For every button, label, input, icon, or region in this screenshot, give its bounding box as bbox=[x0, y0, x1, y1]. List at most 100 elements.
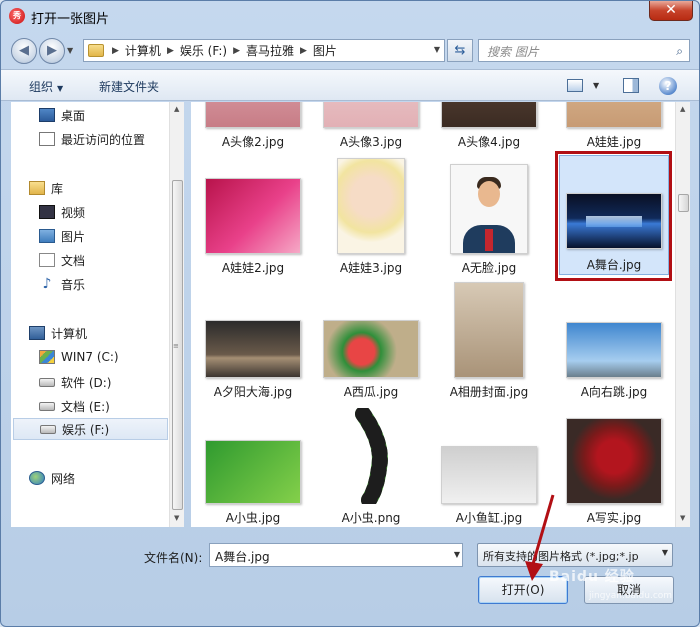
breadcrumb-drive-f[interactable]: 娱乐 (F:) bbox=[180, 42, 227, 59]
nav-item-label: 库 bbox=[51, 181, 64, 196]
file-tile[interactable]: A小鱼缸.jpg bbox=[434, 408, 544, 527]
file-name: A小虫.jpg bbox=[225, 511, 281, 525]
file-name: A娃娃3.jpg bbox=[339, 261, 403, 275]
filename-input[interactable]: A舞台.jpg bbox=[209, 543, 463, 567]
breadcrumb-computer[interactable]: 计算机 bbox=[125, 42, 161, 59]
back-button[interactable]: ◀ bbox=[11, 38, 37, 64]
file-tile[interactable]: A夕阳大海.jpg bbox=[198, 282, 308, 402]
nav-item-drive-d[interactable]: 软件 (D:) bbox=[39, 371, 170, 393]
chevron-right-icon[interactable]: ▶ bbox=[233, 46, 240, 56]
file-name: A西瓜.jpg bbox=[343, 385, 399, 399]
nav-item-label: 桌面 bbox=[61, 108, 86, 123]
computer-icon bbox=[29, 326, 45, 340]
toolbar: 组织 ▼ 新建文件夹 ▼ ? bbox=[1, 69, 699, 101]
folder-icon bbox=[88, 44, 104, 57]
file-name: A小鱼缸.jpg bbox=[455, 511, 523, 525]
file-name: A向右跳.jpg bbox=[580, 385, 648, 399]
doll-photo-thumbnail bbox=[566, 102, 662, 128]
file-tile[interactable]: A西瓜.jpg bbox=[316, 282, 426, 402]
chevron-right-icon[interactable]: ▶ bbox=[167, 46, 174, 56]
nav-item-drive-c[interactable]: WIN7 (C:) bbox=[39, 346, 170, 368]
help-icon[interactable]: ? bbox=[659, 77, 677, 95]
file-tile[interactable]: A头像4.jpg bbox=[434, 102, 544, 152]
app-logo-icon: 秀 bbox=[9, 8, 25, 24]
caterpillar-image-thumbnail bbox=[343, 406, 399, 508]
preview-pane-icon[interactable] bbox=[623, 78, 639, 93]
file-tile[interactable]: A向右跳.jpg bbox=[559, 282, 669, 402]
filename-label: 文件名(N): bbox=[144, 551, 203, 565]
search-icon[interactable]: ⌕ bbox=[676, 44, 683, 59]
file-tile[interactable]: A小虫.jpg bbox=[198, 408, 308, 527]
chevron-down-icon[interactable]: ▼ bbox=[434, 45, 440, 54]
drive-icon bbox=[40, 424, 56, 434]
nav-item-drive-e[interactable]: 文档 (E:) bbox=[39, 395, 170, 417]
album-cover-photo-thumbnail bbox=[454, 282, 524, 378]
nav-item-desktop[interactable]: 桌面 bbox=[39, 104, 170, 126]
library-icon bbox=[29, 181, 45, 195]
refresh-button[interactable]: ⇆ bbox=[447, 39, 473, 62]
nav-item-computer[interactable]: 计算机 bbox=[29, 322, 170, 344]
network-icon bbox=[29, 471, 45, 485]
file-tile[interactable]: A无脸.jpg bbox=[434, 158, 544, 278]
file-type-select[interactable]: 所有支持的图片格式 (*.jpg;*.jp ▼ bbox=[477, 543, 673, 567]
new-folder-button[interactable]: 新建文件夹 bbox=[99, 78, 159, 95]
breadcrumb-pictures[interactable]: 图片 bbox=[313, 42, 337, 59]
windows-drive-icon bbox=[39, 350, 55, 364]
video-icon bbox=[39, 205, 55, 219]
file-name: A小虫.png bbox=[341, 511, 401, 525]
chevron-down-icon[interactable]: ▼ bbox=[450, 543, 464, 567]
chevron-right-icon[interactable]: ▶ bbox=[300, 46, 307, 56]
change-view-icon[interactable] bbox=[567, 79, 583, 92]
chevron-down-icon: ▼ bbox=[661, 548, 668, 557]
pictures-icon bbox=[39, 229, 55, 243]
search-input[interactable]: 搜索 图片 ⌕ bbox=[478, 39, 690, 62]
chevron-right-icon[interactable]: ▶ bbox=[112, 46, 119, 56]
nav-item-network[interactable]: 网络 bbox=[29, 467, 170, 489]
nav-item-drive-f[interactable]: 娱乐 (F:) bbox=[13, 418, 168, 440]
file-tile[interactable]: A写实.jpg bbox=[559, 408, 669, 527]
scroll-up-icon[interactable]: ▲ bbox=[680, 105, 685, 113]
nav-item-library[interactable]: 库 bbox=[29, 177, 170, 199]
file-tile[interactable]: A娃娃3.jpg bbox=[316, 158, 426, 278]
portrait-photo-thumbnail bbox=[323, 102, 419, 128]
nav-item-videos[interactable]: 视频 bbox=[39, 201, 170, 223]
avatar-head bbox=[478, 181, 500, 207]
file-tile[interactable]: A头像2.jpg bbox=[198, 102, 308, 152]
grip-icon: ≡ bbox=[173, 342, 179, 350]
watermark-text: Baidu 经验 bbox=[549, 569, 635, 585]
file-tile[interactable]: A头像3.jpg bbox=[316, 102, 426, 152]
music-icon: ♪ bbox=[42, 276, 52, 292]
nav-item-recent[interactable]: 最近访问的位置 bbox=[39, 128, 170, 150]
barbie-doll-photo-thumbnail bbox=[205, 178, 301, 254]
portrait-photo-thumbnail bbox=[205, 102, 301, 128]
file-tile[interactable]: A娃娃2.jpg bbox=[198, 158, 308, 278]
scroll-down-icon[interactable]: ▼ bbox=[174, 514, 179, 522]
close-button[interactable]: ✕ bbox=[649, 1, 693, 21]
file-tile[interactable]: A小虫.png bbox=[316, 406, 426, 527]
navigation-scrollbar[interactable]: ▲ ≡ ▼ bbox=[169, 102, 184, 527]
file-list-scrollbar[interactable]: ▲ ▼ bbox=[675, 102, 690, 527]
file-tile[interactable]: A娃娃.jpg bbox=[559, 102, 669, 152]
file-name: A娃娃.jpg bbox=[586, 135, 642, 149]
scroll-down-icon[interactable]: ▼ bbox=[680, 514, 685, 522]
nav-item-pictures[interactable]: 图片 bbox=[39, 225, 170, 247]
chevron-down-icon[interactable]: ▼ bbox=[593, 81, 599, 90]
sunset-sea-photo-thumbnail bbox=[205, 320, 301, 378]
organize-button[interactable]: 组织 ▼ bbox=[29, 78, 63, 95]
breadcrumb-himalaya[interactable]: 喜马拉雅 bbox=[246, 42, 294, 59]
scroll-up-icon[interactable]: ▲ bbox=[174, 105, 179, 113]
bug-photo-thumbnail bbox=[205, 440, 301, 504]
nav-item-label: 文档 (E:) bbox=[61, 399, 110, 414]
title-bar[interactable]: 秀 打开一张图片 ✕ bbox=[1, 1, 699, 31]
forward-button[interactable]: ▶ bbox=[39, 38, 65, 64]
file-tile[interactable]: A相册封面.jpg bbox=[434, 282, 544, 402]
nav-item-documents[interactable]: 文档 bbox=[39, 249, 170, 271]
recent-locations-dropdown[interactable]: ▼ bbox=[67, 46, 73, 55]
nav-item-music[interactable]: ♪ 音乐 bbox=[39, 273, 170, 295]
nav-item-label: 文档 bbox=[61, 253, 86, 268]
file-name: A娃娃2.jpg bbox=[221, 261, 285, 275]
nav-item-label: 计算机 bbox=[51, 326, 88, 341]
breadcrumb[interactable]: ▶ 计算机 ▶ 娱乐 (F:) ▶ 喜马拉雅 ▶ 图片 ▼ bbox=[83, 39, 445, 62]
scrollbar-thumb[interactable] bbox=[678, 194, 689, 212]
file-name: A夕阳大海.jpg bbox=[213, 385, 293, 399]
